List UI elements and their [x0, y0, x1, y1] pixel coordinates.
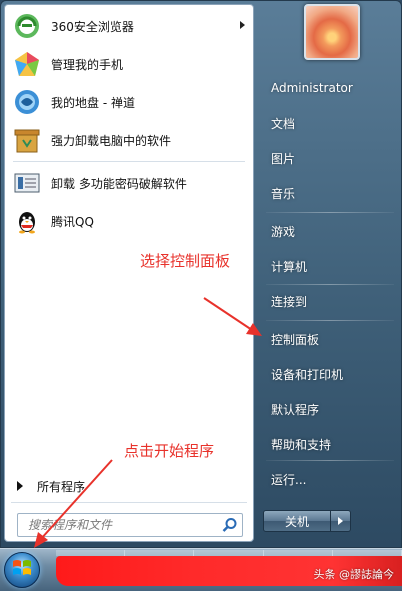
right-item-user[interactable]: Administrator — [263, 73, 395, 103]
right-item-default-programs[interactable]: 默认程序 — [263, 394, 395, 424]
user-name-label: Administrator — [271, 81, 353, 95]
right-item-control-panel[interactable]: 控制面板 — [263, 324, 395, 354]
shutdown-label: 关机 — [284, 514, 309, 529]
right-item-devices-printers[interactable]: 设备和打印机 — [263, 359, 395, 389]
program-item-zentao[interactable]: 我的地盘 - 禅道 — [7, 83, 251, 121]
divider — [266, 212, 394, 213]
program-label: 卸载 多功能密码破解软件 — [51, 176, 187, 191]
uninstaller-icon — [11, 124, 43, 156]
program-item-uninstall-tool[interactable]: 卸载 多功能密码破解软件 — [7, 164, 251, 202]
right-item-games[interactable]: 游戏 — [263, 216, 395, 246]
all-programs-label: 所有程序 — [37, 479, 86, 494]
right-item-label: 默认程序 — [271, 402, 320, 417]
uninstall-tool-icon — [11, 167, 43, 199]
right-item-label: 文档 — [271, 116, 296, 131]
shutdown-options-button[interactable] — [331, 510, 351, 532]
right-item-label: 帮助和支持 — [271, 437, 332, 452]
divider — [266, 320, 394, 321]
divider — [13, 161, 245, 162]
right-item-label: 设备和打印机 — [271, 367, 344, 382]
program-item-uninstaller[interactable]: 强力卸载电脑中的软件 — [7, 121, 251, 159]
right-item-music[interactable]: 音乐 — [263, 178, 395, 208]
program-item-qq[interactable]: 腾讯QQ — [7, 202, 251, 240]
program-item-360-browser[interactable]: 360安全浏览器 — [7, 7, 251, 45]
pinned-programs-list: 360安全浏览器 管理我的手机 我的地盘 - 禅道 强力卸载电脑中的软件 卸载 … — [7, 7, 251, 240]
right-item-label: 连接到 — [271, 294, 308, 309]
program-label: 腾讯QQ — [51, 214, 94, 229]
right-item-label: 计算机 — [271, 259, 308, 274]
right-item-connect-to[interactable]: 连接到 — [263, 286, 395, 316]
divider — [11, 502, 247, 503]
user-avatar[interactable] — [304, 4, 360, 60]
phone-manager-icon — [11, 48, 43, 80]
search-box[interactable] — [17, 513, 243, 537]
start-menu-programs-panel: 360安全浏览器 管理我的手机 我的地盘 - 禅道 强力卸载电脑中的软件 卸载 … — [4, 4, 254, 542]
right-item-help-support[interactable]: 帮助和支持 — [263, 429, 395, 459]
right-item-label: 音乐 — [271, 186, 296, 201]
all-programs-button[interactable]: 所有程序 — [9, 475, 249, 497]
search-icon[interactable] — [222, 517, 238, 533]
right-item-computer[interactable]: 计算机 — [263, 251, 395, 281]
expand-triangle-icon — [17, 481, 23, 491]
program-label: 我的地盘 - 禅道 — [51, 95, 135, 110]
right-item-label: 控制面板 — [271, 332, 320, 347]
program-label: 管理我的手机 — [51, 57, 124, 72]
right-item-pictures[interactable]: 图片 — [263, 143, 395, 173]
windows-logo-icon — [12, 558, 32, 582]
qq-icon — [11, 205, 43, 237]
annotation-start: 点击开始程序 — [124, 442, 215, 460]
right-item-documents[interactable]: 文档 — [263, 108, 395, 138]
divider — [266, 460, 394, 461]
program-label: 360安全浏览器 — [51, 19, 134, 34]
submenu-arrow-icon[interactable] — [240, 21, 245, 29]
search-input[interactable] — [18, 514, 208, 536]
divider — [266, 284, 394, 285]
watermark: 头条 @謬誌論今 — [313, 568, 395, 581]
shutdown-button[interactable]: 关机 — [263, 510, 331, 532]
right-item-label: 游戏 — [271, 224, 296, 239]
right-item-label: 图片 — [271, 151, 296, 166]
360-browser-icon — [11, 10, 43, 42]
program-item-phone-manager[interactable]: 管理我的手机 — [7, 45, 251, 83]
zentao-icon — [11, 86, 43, 118]
right-item-label: 运行... — [271, 472, 307, 487]
program-label: 强力卸载电脑中的软件 — [51, 133, 172, 148]
right-item-run[interactable]: 运行... — [263, 464, 395, 494]
start-button[interactable] — [4, 552, 40, 588]
annotation-control-panel: 选择控制面板 — [140, 252, 231, 270]
